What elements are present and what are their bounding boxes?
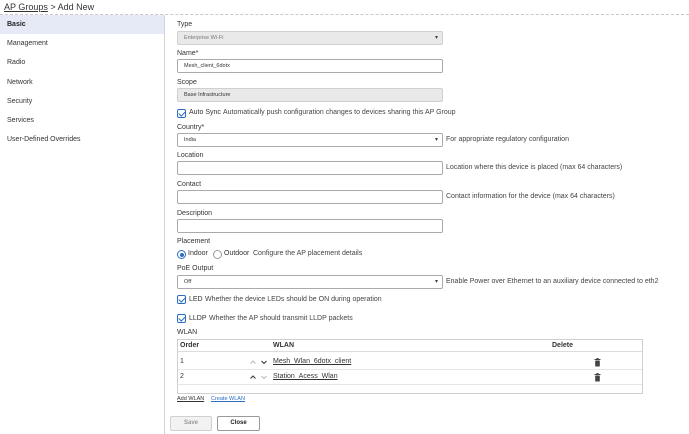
sidebar: Basic Management Radio Network Security … [0, 15, 165, 434]
placement-outdoor-radio[interactable] [213, 250, 222, 259]
contact-label: Contact [177, 181, 202, 188]
placement-indoor-label: Indoor [188, 250, 208, 257]
name-input[interactable]: Mesh_client_6dotx [177, 59, 443, 73]
sidebar-item-management[interactable]: Management [0, 34, 164, 53]
scope-field: Base Infrastructure [177, 88, 443, 102]
wlan-section-label: WLAN [177, 329, 198, 336]
sidebar-item-user-defined-overrides[interactable]: User-Defined Overrides [0, 130, 164, 149]
lldp-checkbox[interactable] [177, 314, 186, 323]
lldp-label: LLDP [189, 315, 207, 322]
sidebar-item-services[interactable]: Services [0, 111, 164, 130]
trash-icon[interactable] [594, 373, 601, 382]
wlan-table: Order WLAN Delete 1 Mesh_Wlan_6dotx_clie… [177, 339, 643, 394]
placement-label: Placement [177, 238, 211, 245]
type-label: Type [177, 21, 193, 28]
breadcrumb: AP Groups > Add New [4, 2, 94, 12]
name-label: Name* [177, 50, 199, 57]
led-checkbox[interactable] [177, 295, 186, 304]
country-helper: For appropriate regulatory configuration [446, 136, 569, 143]
location-helper: Location where this device is placed (ma… [446, 164, 623, 171]
placement-indoor-radio[interactable] [177, 250, 186, 259]
country-select[interactable]: India ▾ [177, 133, 443, 147]
led-helper: Whether the device LEDs should be ON dur… [205, 296, 382, 303]
breadcrumb-separator: > [50, 2, 56, 12]
type-select: Enterprise Wi-Fi ▾ [177, 31, 443, 45]
country-value: India [184, 137, 196, 143]
chevron-down-icon [261, 375, 267, 380]
sidebar-item-radio[interactable]: Radio [0, 53, 164, 72]
close-button[interactable]: Close [217, 416, 260, 431]
save-button[interactable]: Save [170, 416, 212, 431]
chevron-down-icon: ▾ [434, 35, 438, 41]
breadcrumb-current: Add New [57, 2, 95, 12]
scope-value: Base Infrastructure [184, 92, 231, 98]
breadcrumb-ap-groups-link[interactable]: AP Groups [4, 2, 48, 12]
wlan-name-link[interactable]: Mesh_Wlan_6dotx_client [273, 358, 351, 365]
column-delete: Delete [552, 342, 574, 349]
contact-input[interactable] [177, 190, 443, 204]
chevron-up-icon [250, 360, 256, 364]
add-wlan-link[interactable]: Add WLAN [177, 396, 204, 402]
led-label: LED [189, 296, 203, 303]
chevron-up-icon[interactable] [249, 373, 257, 381]
placement-outdoor-label: Outdoor [224, 250, 250, 257]
location-label: Location [177, 152, 204, 159]
wlan-order: 2 [180, 373, 184, 380]
poe-output-helper: Enable Power over Ethernet to an auxilia… [446, 278, 659, 285]
scope-label: Scope [177, 79, 197, 86]
chevron-down-icon: ▾ [434, 137, 438, 143]
auto-sync-label: Auto Sync [189, 109, 221, 116]
lldp-helper: Whether the AP should transmit LLDP pack… [209, 315, 353, 322]
chevron-down-icon: ▾ [434, 279, 438, 285]
auto-sync-checkbox[interactable] [177, 109, 186, 118]
auto-sync-helper: Automatically push configuration changes… [223, 109, 456, 116]
poe-output-label: PoE Output [177, 265, 214, 272]
create-wlan-link[interactable]: Create WLAN [211, 396, 245, 402]
description-input[interactable] [177, 219, 443, 233]
table-row: 2 Station_Acess_Wlan [178, 370, 642, 385]
column-order: Order [180, 342, 200, 349]
placement-helper: Configure the AP placement details [253, 250, 363, 257]
wlan-table-header: Order WLAN Delete [178, 340, 642, 352]
table-row: 1 Mesh_Wlan_6dotx_client [178, 355, 642, 370]
trash-icon[interactable] [594, 358, 601, 367]
wlan-name-link[interactable]: Station_Acess_Wlan [273, 373, 338, 380]
top-bar: AP Groups > Add New [0, 0, 689, 15]
column-wlan: WLAN [273, 342, 294, 349]
sidebar-item-basic[interactable]: Basic [0, 15, 164, 35]
country-label: Country* [177, 124, 205, 131]
name-value: Mesh_client_6dotx [184, 63, 230, 69]
contact-helper: Contact information for the device (max … [446, 193, 615, 200]
poe-output-value: Off [184, 279, 192, 285]
wlan-order: 1 [180, 358, 184, 365]
type-value: Enterprise Wi-Fi [184, 35, 224, 41]
chevron-down-icon[interactable] [260, 358, 268, 366]
sidebar-item-network[interactable]: Network [0, 73, 164, 92]
location-input[interactable] [177, 161, 443, 175]
description-label: Description [177, 210, 213, 217]
sidebar-item-security[interactable]: Security [0, 92, 164, 111]
poe-output-select[interactable]: Off ▾ [177, 275, 443, 289]
